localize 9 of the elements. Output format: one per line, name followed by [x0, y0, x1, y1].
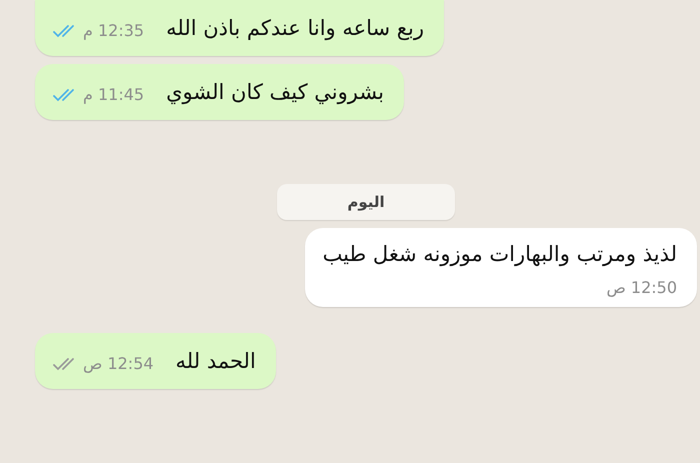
message-time: 11:45 م	[83, 85, 144, 104]
message-text: الحمد لله	[176, 349, 256, 373]
message-text: لذيذ ومرتب والبهارات موزونه شغل طيب	[322, 242, 677, 266]
message-time: 12:50 ص	[606, 278, 677, 297]
message-text: ربع ساعه وانا عندكم باذن الله	[166, 16, 424, 40]
message-time: 12:35 م	[83, 21, 144, 40]
date-chip: اليوم	[277, 184, 455, 220]
message-text: بشروني كيف كان الشوي	[166, 80, 384, 104]
message-time: 12:54 ص	[83, 354, 154, 373]
